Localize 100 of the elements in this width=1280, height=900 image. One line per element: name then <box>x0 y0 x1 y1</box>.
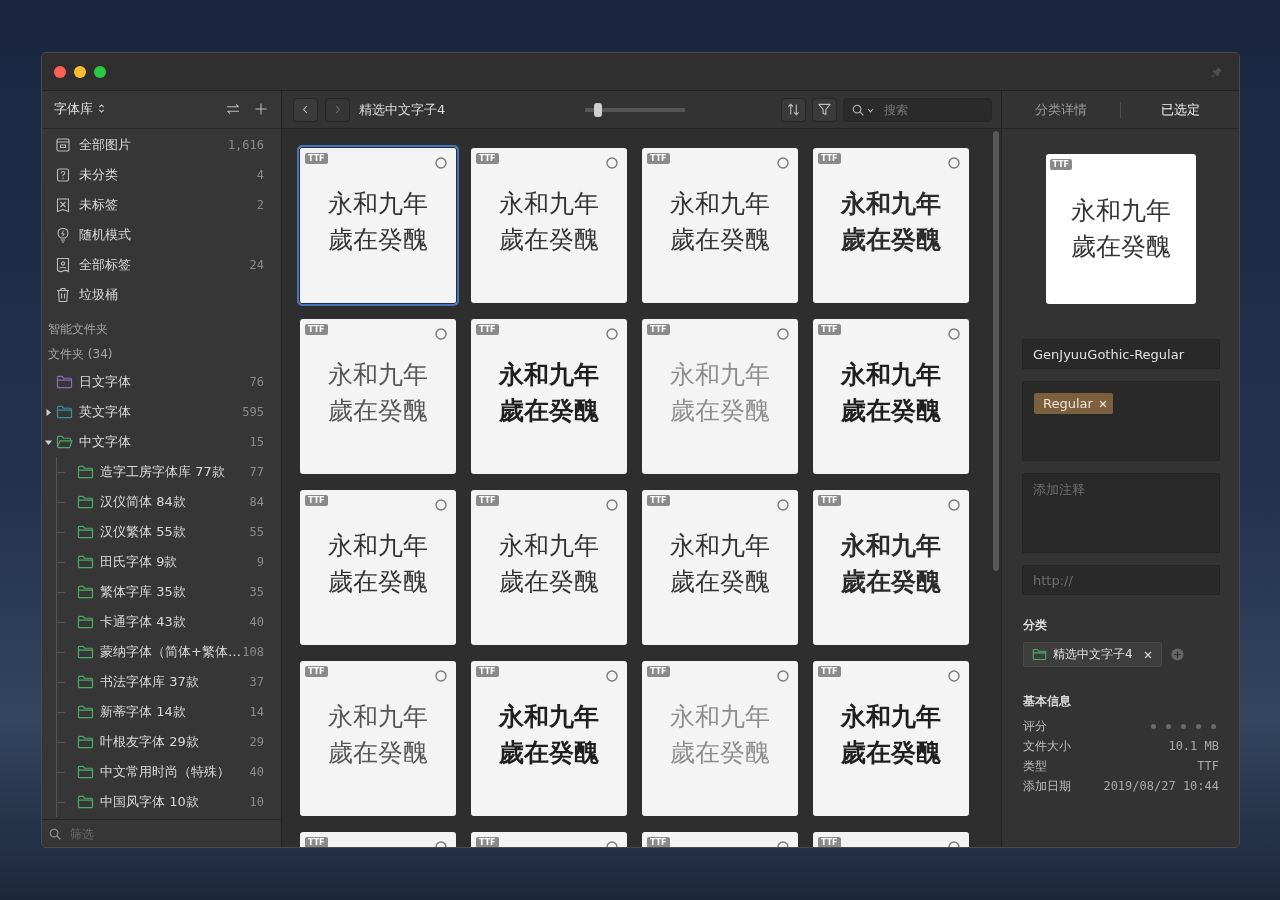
font-card[interactable]: TTF 永和九年 歲在癸醜 <box>297 145 459 306</box>
tag-chip[interactable]: Regular <box>1034 393 1113 414</box>
folder-item[interactable]: 汉仪简体 84款 <box>100 493 250 511</box>
chevron-down-icon[interactable] <box>867 107 874 113</box>
format-badge: TTF <box>647 666 670 677</box>
filter-button[interactable] <box>812 97 837 122</box>
sidebar-item[interactable]: 未分类 <box>79 166 257 184</box>
category-chip[interactable]: 精选中文字子4 <box>1023 642 1162 667</box>
font-card[interactable]: TTF 永和九年 歲在癸醜 <box>300 319 456 474</box>
folder-item[interactable]: 书法字体库 37款 <box>100 673 250 691</box>
tab[interactable]: 已选定 <box>1121 96 1239 123</box>
item-count: 37 <box>249 675 264 689</box>
font-card[interactable]: TTF 永和九年 歲在癸醜 <box>300 661 456 816</box>
select-circle-icon[interactable] <box>606 499 618 511</box>
font-sample: 永和九年 歲在癸醜 <box>670 529 770 598</box>
library-selector[interactable]: 字体库 <box>54 99 105 118</box>
add-icon[interactable] <box>255 102 267 115</box>
font-sample: 永和九年 歲在癸醜 <box>841 700 941 769</box>
select-circle-icon[interactable] <box>948 670 960 682</box>
folder-item[interactable]: 中文字体 <box>79 433 250 451</box>
folder-item[interactable]: 田氏字体 9款 <box>100 553 257 571</box>
font-card[interactable]: TTF 永和九年 歲在癸醜 <box>471 490 627 645</box>
font-card[interactable]: TTF 永和九年 歲在癸醜 <box>642 490 798 645</box>
close-icon[interactable] <box>54 65 66 78</box>
select-circle-icon[interactable] <box>435 670 447 682</box>
font-card[interactable]: TTF 永和九年 歲在癸醜 <box>813 661 969 816</box>
back-button[interactable] <box>293 97 318 122</box>
name-field[interactable]: GenJyuuGothic-Regular <box>1022 339 1220 369</box>
rating-dot-icon[interactable] <box>1196 723 1201 729</box>
select-circle-icon[interactable] <box>948 499 960 511</box>
font-card[interactable]: TTF 永和九年 歲在癸醜 <box>642 148 798 303</box>
select-circle-icon[interactable] <box>777 499 789 511</box>
scrollbar-thumb[interactable] <box>993 131 999 571</box>
font-card[interactable]: TTF 永和九年 歲在癸醜 <box>471 319 627 474</box>
sidebar-item[interactable]: 随机模式 <box>79 226 264 244</box>
note-field[interactable]: 添加注释 <box>1022 473 1220 553</box>
sidebar-item[interactable]: 全部图片 <box>79 136 228 154</box>
folder-item[interactable]: 日文字体 <box>79 373 250 391</box>
folder-item[interactable]: 造字工房字体库 77款 <box>100 463 250 481</box>
rating-dot-icon[interactable] <box>1166 723 1171 729</box>
format-badge: TTF <box>647 837 670 847</box>
rating-dot-icon[interactable] <box>1181 723 1186 729</box>
sidebar-item[interactable]: 垃圾桶 <box>79 286 264 304</box>
tab[interactable]: 分类详情 <box>1002 96 1120 123</box>
sidebar-item[interactable]: 全部标签 <box>79 256 250 274</box>
add-icon[interactable] <box>1170 648 1184 661</box>
select-circle-icon[interactable] <box>777 157 789 169</box>
format-badge: TTF <box>305 495 328 506</box>
format-badge: TTF <box>476 666 499 677</box>
font-card[interactable]: TTF 永和九年 歲在癸醜 <box>813 319 969 474</box>
info-value: TTF <box>1197 759 1219 773</box>
item-count: 1,616 <box>227 138 264 152</box>
rating-dot-icon[interactable] <box>1211 723 1216 729</box>
select-circle-icon[interactable] <box>948 157 960 169</box>
select-circle-icon[interactable] <box>435 499 447 511</box>
select-circle-icon[interactable] <box>606 328 618 340</box>
folder-item[interactable]: 中国风字体 10款 <box>100 793 250 811</box>
url-field[interactable]: http:// <box>1022 565 1220 595</box>
item-count: 77 <box>249 465 264 479</box>
swap-arrows-icon[interactable] <box>226 102 240 115</box>
folder-item[interactable]: 中文常用时尚（特殊） <box>100 763 250 781</box>
select-circle-icon[interactable] <box>606 157 618 169</box>
sidebar-item[interactable]: 未标签 <box>79 196 257 214</box>
folder-item[interactable]: 叶根友字体 29款 <box>100 733 250 751</box>
disclosure-triangle-icon[interactable] <box>45 438 52 446</box>
font-card[interactable]: TTF 永和九年 歲在癸醜 <box>300 490 456 645</box>
select-circle-icon[interactable] <box>435 328 447 340</box>
search-field[interactable]: 搜索 <box>843 97 992 122</box>
folder-item[interactable]: 新蒂字体 14款 <box>100 703 250 721</box>
select-circle-icon[interactable] <box>606 670 618 682</box>
folder-item[interactable]: 卡通字体 43款 <box>100 613 250 631</box>
folder-item[interactable]: 英文字体 <box>79 403 243 421</box>
close-icon[interactable] <box>1143 650 1152 659</box>
sort-button[interactable] <box>781 97 806 122</box>
item-count: 10 <box>249 795 264 809</box>
slider-thumb[interactable] <box>593 102 602 117</box>
folder-item[interactable]: 繁体字库 35款 <box>100 583 250 601</box>
select-circle-icon[interactable] <box>435 157 447 169</box>
folder-item[interactable]: 汉仪繁体 55款 <box>100 523 250 541</box>
font-card[interactable]: TTF 永和九年 歲在癸醜 <box>813 148 969 303</box>
font-card[interactable]: TTF 永和九年 歲在癸醜 <box>471 148 627 303</box>
rating-dot-icon[interactable] <box>1151 723 1156 729</box>
font-card[interactable]: TTF 永和九年 歲在癸醜 <box>471 661 627 816</box>
select-circle-icon[interactable] <box>948 328 960 340</box>
close-icon[interactable] <box>1098 399 1107 408</box>
font-card[interactable]: TTF 永和九年 歲在癸醜 <box>813 490 969 645</box>
select-circle-icon[interactable] <box>777 670 789 682</box>
maximize-icon[interactable] <box>94 65 106 78</box>
folder-item[interactable]: 蒙纳字体（简体+繁体… <box>100 643 243 661</box>
format-badge: TTF <box>305 153 328 164</box>
font-sample: 永和九年 歲在癸醜 <box>670 358 770 427</box>
item-count: 35 <box>249 585 264 599</box>
minimize-icon[interactable] <box>74 65 86 78</box>
font-sample: 永和九年 歲在癸醜 <box>328 187 428 256</box>
select-circle-icon[interactable] <box>777 328 789 340</box>
tags-field[interactable]: Regular <box>1022 381 1220 461</box>
font-sample: 永和九年 歲在癸醜 <box>328 529 428 598</box>
disclosure-triangle-icon[interactable] <box>45 408 52 416</box>
tag-box-icon <box>55 257 71 273</box>
rating[interactable] <box>1151 723 1219 729</box>
